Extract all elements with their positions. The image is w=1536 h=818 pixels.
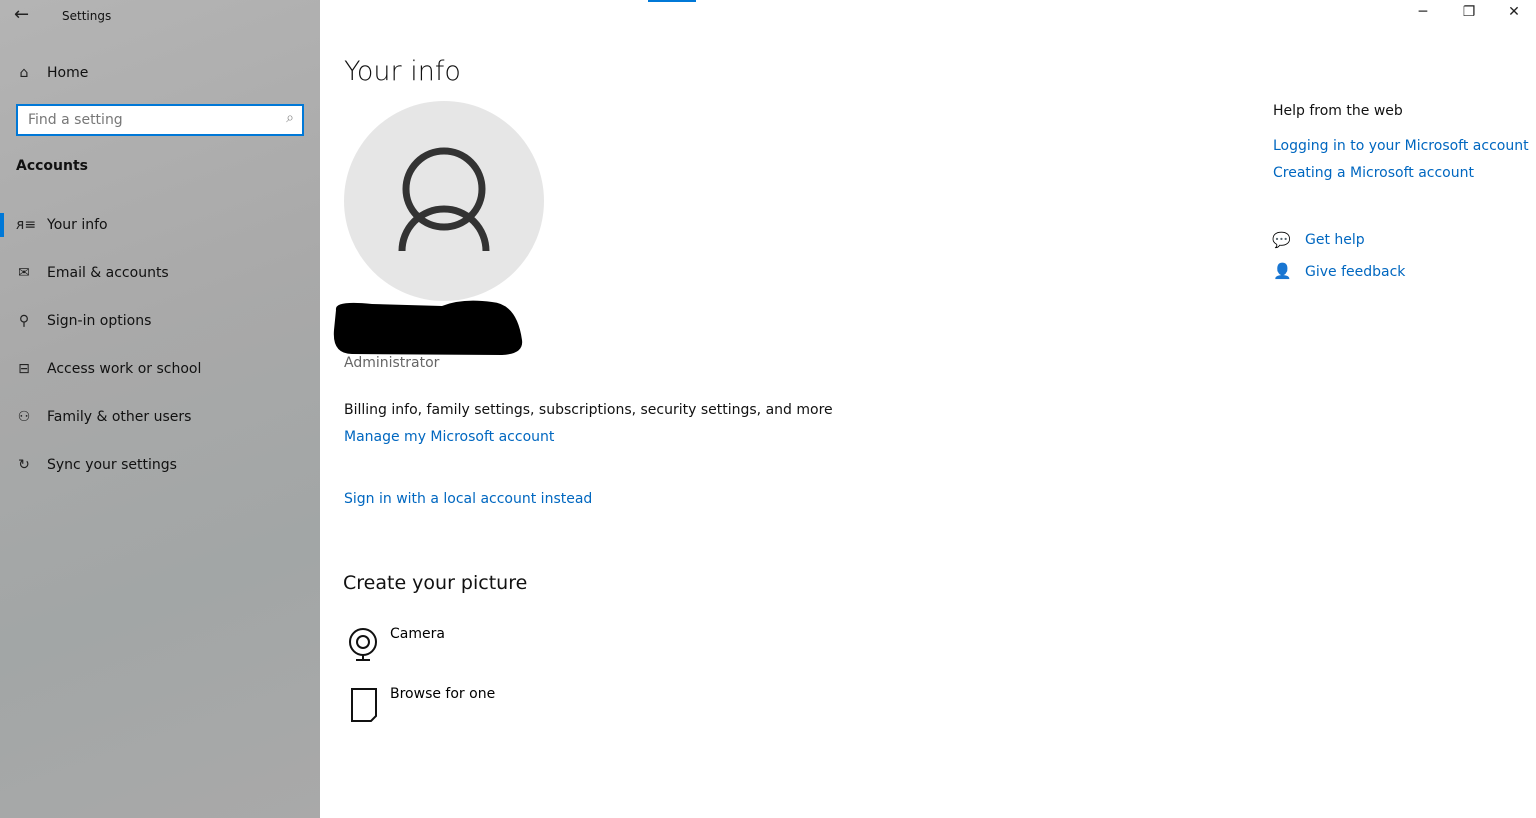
restore-button[interactable]: ❐	[1446, 4, 1492, 20]
sidebar-item-sign-in-options[interactable]: ⚲ Sign-in options	[0, 301, 320, 341]
avatar	[344, 101, 544, 301]
sidebar: ← Settings ⌂ Home Find a setting ⌕ Account…	[0, 0, 320, 818]
sidebar-item-label: Family & other users	[47, 409, 192, 425]
feedback-icon: 👤	[1273, 262, 1292, 280]
picture-heading: Create your picture	[343, 572, 528, 594]
search-icon[interactable]: ⌕	[286, 110, 294, 126]
get-help-link[interactable]: Get help	[1305, 232, 1365, 248]
browse-label: Browse for one	[390, 686, 496, 702]
close-button[interactable]: ✕	[1491, 4, 1536, 20]
search-input[interactable]: Find a setting ⌕	[16, 104, 304, 136]
get-help-icon: 💬	[1272, 231, 1291, 249]
browse-button[interactable]: Browse for one	[344, 686, 495, 724]
file-icon	[351, 688, 377, 722]
local-account-link[interactable]: Sign in with a local account instead	[344, 491, 592, 507]
help-link-create[interactable]: Creating a Microsoft account	[1273, 165, 1474, 181]
back-arrow-icon[interactable]: ←	[14, 4, 29, 25]
sidebar-item-home[interactable]: ⌂ Home	[0, 53, 320, 93]
sidebar-item-label: Sign-in options	[47, 313, 152, 329]
window-title: Settings	[62, 9, 112, 23]
progress-indicator	[648, 0, 696, 2]
key-icon: ⚲	[18, 313, 30, 329]
help-heading: Help from the web	[1273, 103, 1403, 119]
help-link-login[interactable]: Logging in to your Microsoft account	[1273, 138, 1529, 154]
redaction-mark	[333, 300, 523, 355]
sidebar-item-label: Sync your settings	[47, 457, 177, 473]
sidebar-item-email-accounts[interactable]: ✉ Email & accounts	[0, 253, 320, 293]
page-title: Your info	[344, 56, 461, 87]
search-placeholder: Find a setting	[28, 112, 123, 128]
sidebar-item-label: Email & accounts	[47, 265, 169, 281]
sidebar-item-sync-your-settings[interactable]: ↻ Sync your settings	[0, 445, 320, 485]
manage-account-link[interactable]: Manage my Microsoft account	[344, 429, 554, 445]
account-role: Administrator	[344, 355, 440, 371]
give-feedback-link[interactable]: Give feedback	[1305, 264, 1405, 280]
camera-icon	[349, 628, 377, 661]
home-label: Home	[47, 65, 89, 81]
person-icon	[398, 147, 490, 252]
sidebar-item-label: Your info	[47, 217, 108, 233]
sidebar-item-label: Access work or school	[47, 361, 202, 377]
home-icon: ⌂	[19, 65, 29, 81]
camera-button[interactable]: Camera	[344, 626, 445, 664]
sync-icon: ↻	[18, 457, 30, 473]
person-list-icon: ᴙ≡	[16, 217, 37, 233]
person-add-icon: ⚇	[17, 409, 31, 425]
sidebar-item-family-other-users[interactable]: ⚇ Family & other users	[0, 397, 320, 437]
briefcase-icon: ⊟	[18, 361, 30, 377]
mail-icon: ✉	[18, 265, 30, 281]
minimize-button[interactable]: ─	[1400, 4, 1446, 20]
sidebar-item-access-work-or-school[interactable]: ⊟ Access work or school	[0, 349, 320, 389]
camera-label: Camera	[390, 626, 445, 642]
billing-text: Billing info, family settings, subscript…	[344, 402, 833, 418]
sidebar-item-your-info[interactable]: ᴙ≡ Your info	[0, 205, 320, 245]
section-heading: Accounts	[16, 158, 89, 174]
